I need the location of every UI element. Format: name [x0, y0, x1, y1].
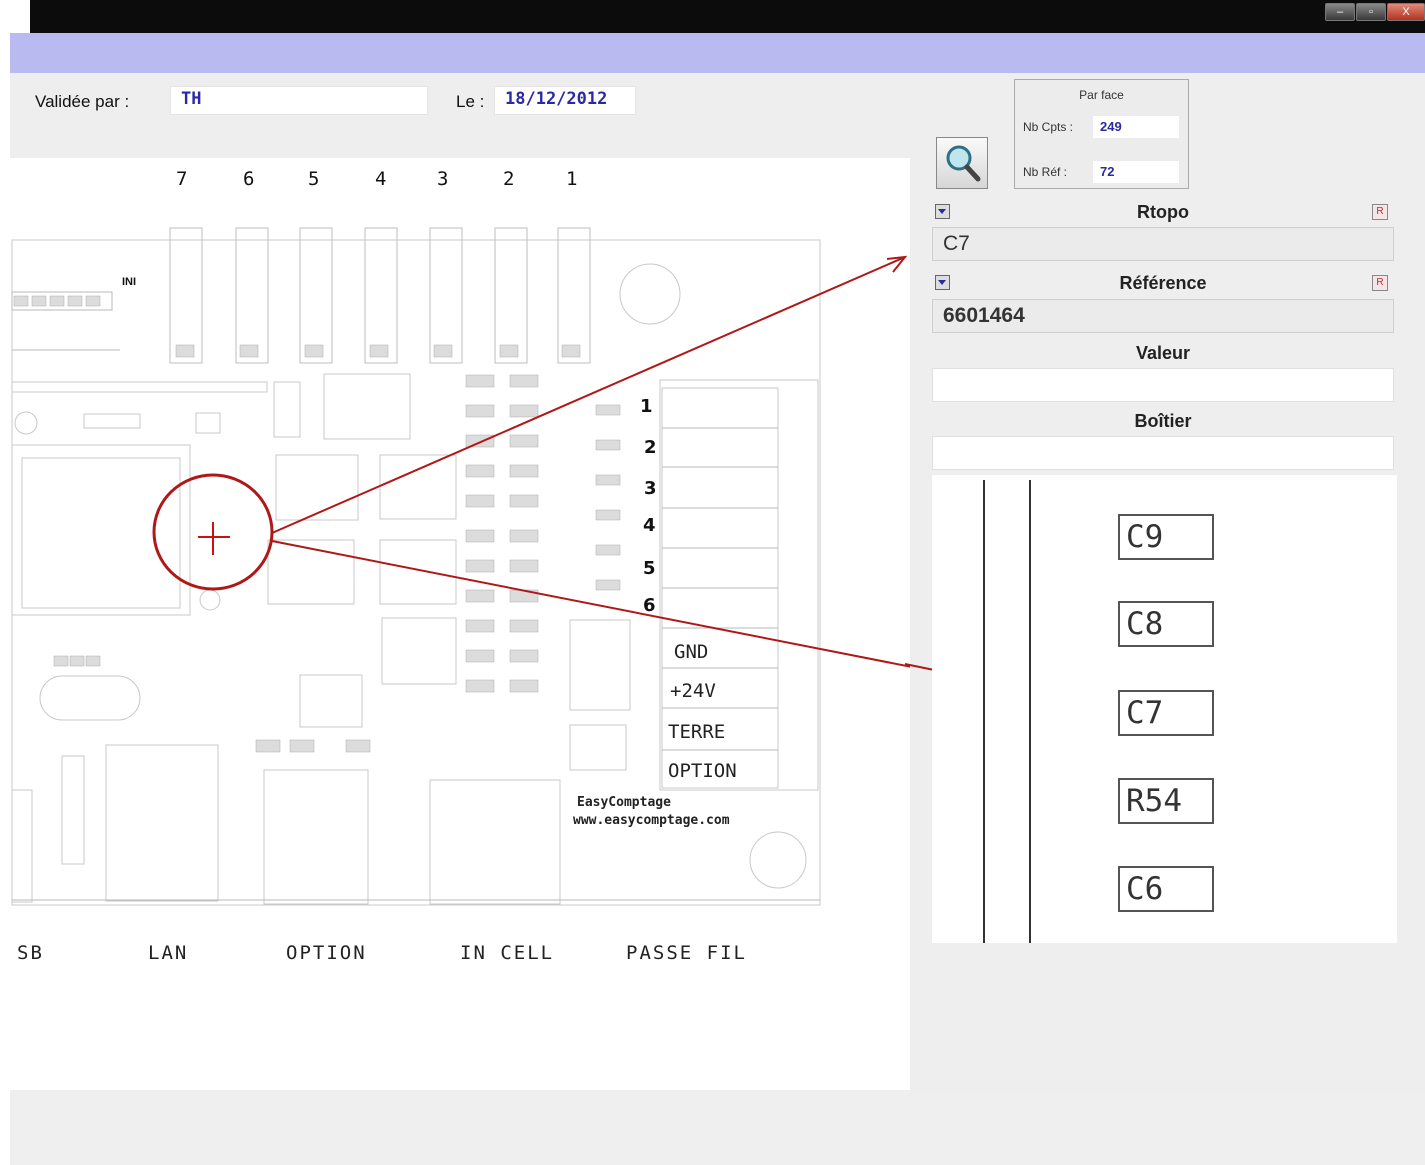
top-number: 7	[176, 168, 188, 190]
nb-cpts-value: 249	[1093, 116, 1179, 138]
preview-component[interactable]: C7	[1118, 690, 1214, 736]
terminal-number: 1	[640, 396, 653, 417]
valeur-title: Valeur	[1135, 343, 1191, 363]
validated-by-field[interactable]: TH	[170, 86, 428, 115]
connector-label: OPTION	[286, 942, 367, 964]
nb-cpts-label: Nb Cpts :	[1023, 120, 1074, 134]
reference-title: Référence	[1119, 273, 1207, 293]
maximize-button[interactable]: ▫	[1356, 3, 1386, 21]
magnifier-icon	[946, 145, 981, 182]
validated-by-label: Validée par :	[35, 92, 130, 111]
search-button[interactable]	[936, 137, 988, 189]
reference-header: Référence R	[932, 271, 1394, 297]
reset-icon[interactable]: R	[1372, 275, 1388, 291]
preview-component[interactable]: C8	[1118, 601, 1214, 647]
date-label: Le :	[456, 92, 485, 111]
terminal-number: 6	[643, 595, 656, 616]
window-controls: – ▫ X	[1324, 3, 1425, 21]
boitier-title: Boîtier	[1134, 411, 1192, 431]
brand-label: EasyComptage	[577, 795, 671, 810]
connector-label: IN CELL	[460, 942, 555, 964]
terminal-label: OPTION	[668, 760, 737, 782]
date-field[interactable]: 18/12/2012	[494, 86, 636, 115]
rtopo-field[interactable]: C7	[932, 227, 1394, 261]
preview-component[interactable]: R54	[1118, 778, 1214, 824]
stats-title: Par face	[1079, 88, 1124, 102]
terminal-number: 2	[644, 437, 657, 458]
rtopo-header: Rtopo R	[932, 200, 1394, 226]
menu-bar	[10, 33, 1425, 73]
connector-label: PASSE FIL	[626, 942, 747, 964]
nb-ref-label: Nb Réf :	[1023, 165, 1068, 179]
close-button[interactable]: X	[1387, 3, 1425, 21]
top-number: 6	[243, 168, 255, 190]
nb-ref-value: 72	[1093, 161, 1179, 183]
website-label: www.easycomptage.com	[573, 813, 730, 828]
left-margin	[0, 33, 10, 1165]
preview-lines	[983, 480, 1031, 943]
stats-panel: Par face Nb Cpts : 249 Nb Réf : 72	[1014, 79, 1189, 189]
header-label: INI	[122, 276, 137, 288]
preview-component[interactable]: C9	[1118, 514, 1214, 560]
connector-label: LAN	[148, 942, 189, 964]
preview-component[interactable]: C6	[1118, 866, 1214, 912]
top-number: 4	[375, 168, 387, 190]
reference-field[interactable]: 6601464	[932, 299, 1394, 333]
reset-icon[interactable]: R	[1372, 204, 1388, 220]
top-number: 2	[503, 168, 515, 190]
minimize-button[interactable]: –	[1325, 3, 1355, 21]
bottom-area	[10, 1090, 1425, 1165]
terminal-label: +24V	[670, 680, 716, 702]
boitier-field[interactable]	[932, 436, 1394, 470]
valeur-field[interactable]	[932, 368, 1394, 402]
title-bar: – ▫ X	[0, 0, 1425, 33]
terminal-label: GND	[674, 641, 709, 663]
terminal-number: 4	[643, 515, 656, 536]
terminal-label: TERRE	[668, 721, 726, 743]
top-number: 5	[308, 168, 320, 190]
connector-label: SB	[17, 942, 44, 964]
terminal-number: 5	[643, 558, 656, 579]
top-number: 1	[566, 168, 578, 190]
rtopo-title: Rtopo	[1137, 202, 1189, 222]
terminal-number: 3	[644, 478, 657, 499]
top-number: 3	[437, 168, 449, 190]
